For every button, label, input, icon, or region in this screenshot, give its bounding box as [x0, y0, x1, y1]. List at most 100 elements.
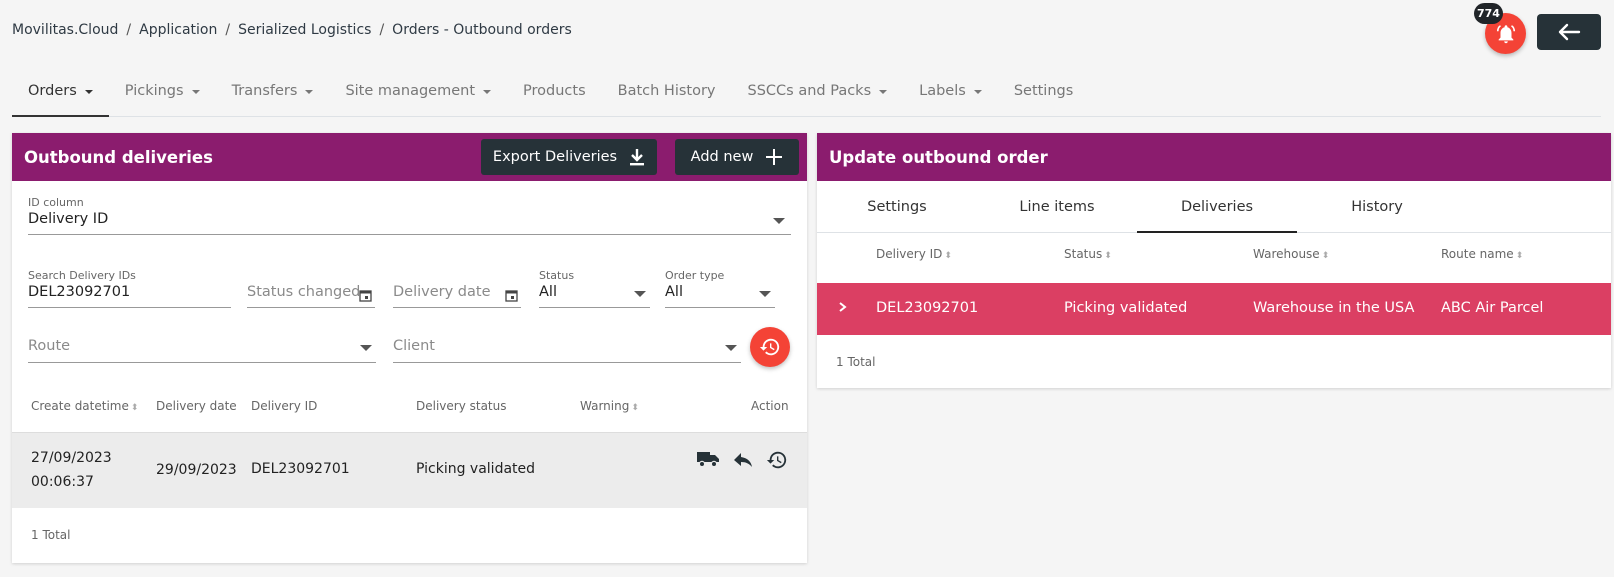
chevron-right-icon[interactable] — [838, 301, 848, 313]
truck-icon[interactable] — [696, 449, 720, 469]
total-count: 1 Total — [836, 355, 876, 369]
table-row[interactable]: DEL23092701 Picking validated Warehouse … — [817, 283, 1611, 335]
status-changed-date-input[interactable]: Status changed — [247, 281, 375, 308]
th-label: Warehouse — [1253, 247, 1320, 261]
search-value: DEL23092701 — [28, 284, 131, 300]
main-nav: Orders Pickings Transfers Site managemen… — [12, 72, 1601, 117]
tab-deliveries[interactable]: Deliveries — [1137, 181, 1297, 233]
nav-tab-site-management[interactable]: Site management — [329, 72, 507, 117]
history-icon — [759, 338, 780, 356]
breadcrumb-item[interactable]: Movilitas.Cloud — [12, 22, 118, 38]
status-select[interactable]: All — [539, 281, 650, 308]
th-label: Delivery ID — [251, 399, 318, 413]
th-label: Route name — [1441, 247, 1514, 261]
sort-icon: ⬍ — [1515, 251, 1524, 261]
th-delivery-id[interactable]: Delivery ID ⬍ — [876, 247, 952, 261]
id-column-value: Delivery ID — [28, 211, 109, 227]
caret-down-icon — [305, 90, 314, 94]
tab-settings[interactable]: Settings — [817, 181, 977, 233]
nav-tab-label: Labels — [919, 83, 966, 99]
route-placeholder: Route — [28, 338, 71, 354]
th-label: Delivery ID — [876, 247, 943, 261]
calendar-icon[interactable] — [505, 289, 518, 302]
th-status[interactable]: Status ⬍ — [1064, 247, 1112, 261]
cell-create-time: 00:06:37 — [31, 474, 94, 490]
search-delivery-input[interactable]: DEL23092701 — [28, 281, 231, 308]
card-header: Update outbound order — [817, 133, 1611, 181]
add-new-button[interactable]: Add new — [675, 139, 799, 175]
breadcrumb-current: Orders - Outbound orders — [392, 22, 572, 38]
status-value: All — [539, 284, 557, 300]
breadcrumb: Movilitas.Cloud / Application / Serialized L… — [12, 22, 572, 38]
nav-tab-label: Products — [523, 83, 586, 99]
route-select[interactable]: Route — [28, 333, 376, 363]
nav-tab-products[interactable]: Products — [507, 72, 602, 117]
client-placeholder: Client — [393, 338, 435, 354]
client-select[interactable]: Client — [393, 333, 741, 363]
update-outbound-order-card: Update outbound order Settings Line item… — [817, 133, 1611, 388]
export-deliveries-label: Export Deliveries — [492, 149, 618, 165]
breadcrumb-separator: / — [126, 22, 132, 38]
th-delivery-date: Delivery date — [156, 399, 237, 413]
notification-count-badge: 774 — [1474, 3, 1503, 24]
caret-down-icon — [84, 90, 93, 94]
card-title: Update outbound order — [829, 147, 1048, 167]
cell-status: Picking validated — [1064, 300, 1188, 316]
breadcrumb-item[interactable]: Serialized Logistics — [238, 22, 371, 38]
nav-tab-settings[interactable]: Settings — [998, 72, 1089, 117]
nav-tab-label: Transfers — [231, 83, 298, 99]
sort-icon: ⬍ — [130, 403, 139, 413]
cell-delivery-status: Picking validated — [416, 461, 536, 477]
dropdown-arrow-icon — [759, 291, 771, 297]
calendar-icon[interactable] — [359, 289, 372, 302]
nav-tab-batch-history[interactable]: Batch History — [602, 72, 732, 117]
reset-filters-button[interactable] — [750, 327, 790, 367]
nav-tab-label: Site management — [345, 83, 476, 99]
card-title: Outbound deliveries — [24, 147, 213, 167]
th-action: Action — [751, 399, 789, 413]
nav-tab-transfers[interactable]: Transfers — [216, 72, 330, 117]
card-header: Outbound deliveries Export Deliveries Ad… — [12, 133, 807, 181]
th-label: Create datetime — [31, 399, 129, 413]
order-type-select[interactable]: All — [665, 281, 775, 308]
add-new-label: Add new — [690, 149, 754, 165]
breadcrumb-separator: / — [379, 22, 385, 38]
table-row[interactable] — [12, 432, 807, 508]
nav-tab-labels[interactable]: Labels — [903, 72, 998, 117]
reply-icon[interactable] — [733, 451, 753, 469]
nav-tab-label: Pickings — [124, 83, 184, 99]
outbound-deliveries-card: Outbound deliveries Export Deliveries Ad… — [12, 133, 807, 563]
sort-icon: ⬍ — [944, 251, 952, 261]
nav-tab-label: Orders — [28, 83, 77, 99]
th-warehouse[interactable]: Warehouse ⬍ — [1253, 247, 1329, 261]
caret-down-icon — [879, 90, 888, 94]
order-tabs: Settings Line items Deliveries History — [817, 181, 1611, 233]
bell-icon — [1496, 24, 1515, 43]
nav-tab-label: Settings — [1013, 83, 1074, 99]
th-delivery-id: Delivery ID — [251, 399, 317, 413]
back-button[interactable] — [1537, 14, 1601, 50]
th-label: Warning — [580, 399, 630, 413]
tab-history[interactable]: History — [1297, 181, 1457, 233]
status-changed-placeholder: Status changed — [247, 284, 361, 300]
order-type-value: All — [665, 284, 683, 300]
nav-tab-ssccs-and-packs[interactable]: SSCCs and Packs — [732, 72, 904, 117]
nav-tab-pickings[interactable]: Pickings — [109, 72, 216, 117]
nav-tab-orders[interactable]: Orders — [12, 72, 109, 117]
nav-tab-label: Batch History — [617, 83, 716, 99]
sort-icon: ⬍ — [1104, 251, 1112, 261]
export-deliveries-button[interactable]: Export Deliveries — [481, 139, 657, 175]
id-column-select[interactable]: Delivery ID — [28, 208, 791, 235]
cell-route-name: ABC Air Parcel — [1441, 300, 1544, 316]
th-warning[interactable]: Warning ⬍ — [580, 399, 639, 413]
history-icon[interactable] — [766, 449, 788, 471]
breadcrumb-item[interactable]: Application — [139, 22, 217, 38]
arrow-left-icon — [1558, 23, 1581, 41]
th-label: Delivery date — [156, 399, 237, 413]
th-create-datetime[interactable]: Create datetime ⬍ — [31, 399, 138, 413]
cell-warehouse: Warehouse in the USA — [1253, 300, 1415, 316]
tab-line-items[interactable]: Line items — [977, 181, 1137, 233]
delivery-date-input[interactable]: Delivery date — [393, 281, 521, 308]
th-route-name[interactable]: Route name ⬍ — [1441, 247, 1523, 261]
cell-delivery-id: DEL23092701 — [251, 461, 350, 477]
